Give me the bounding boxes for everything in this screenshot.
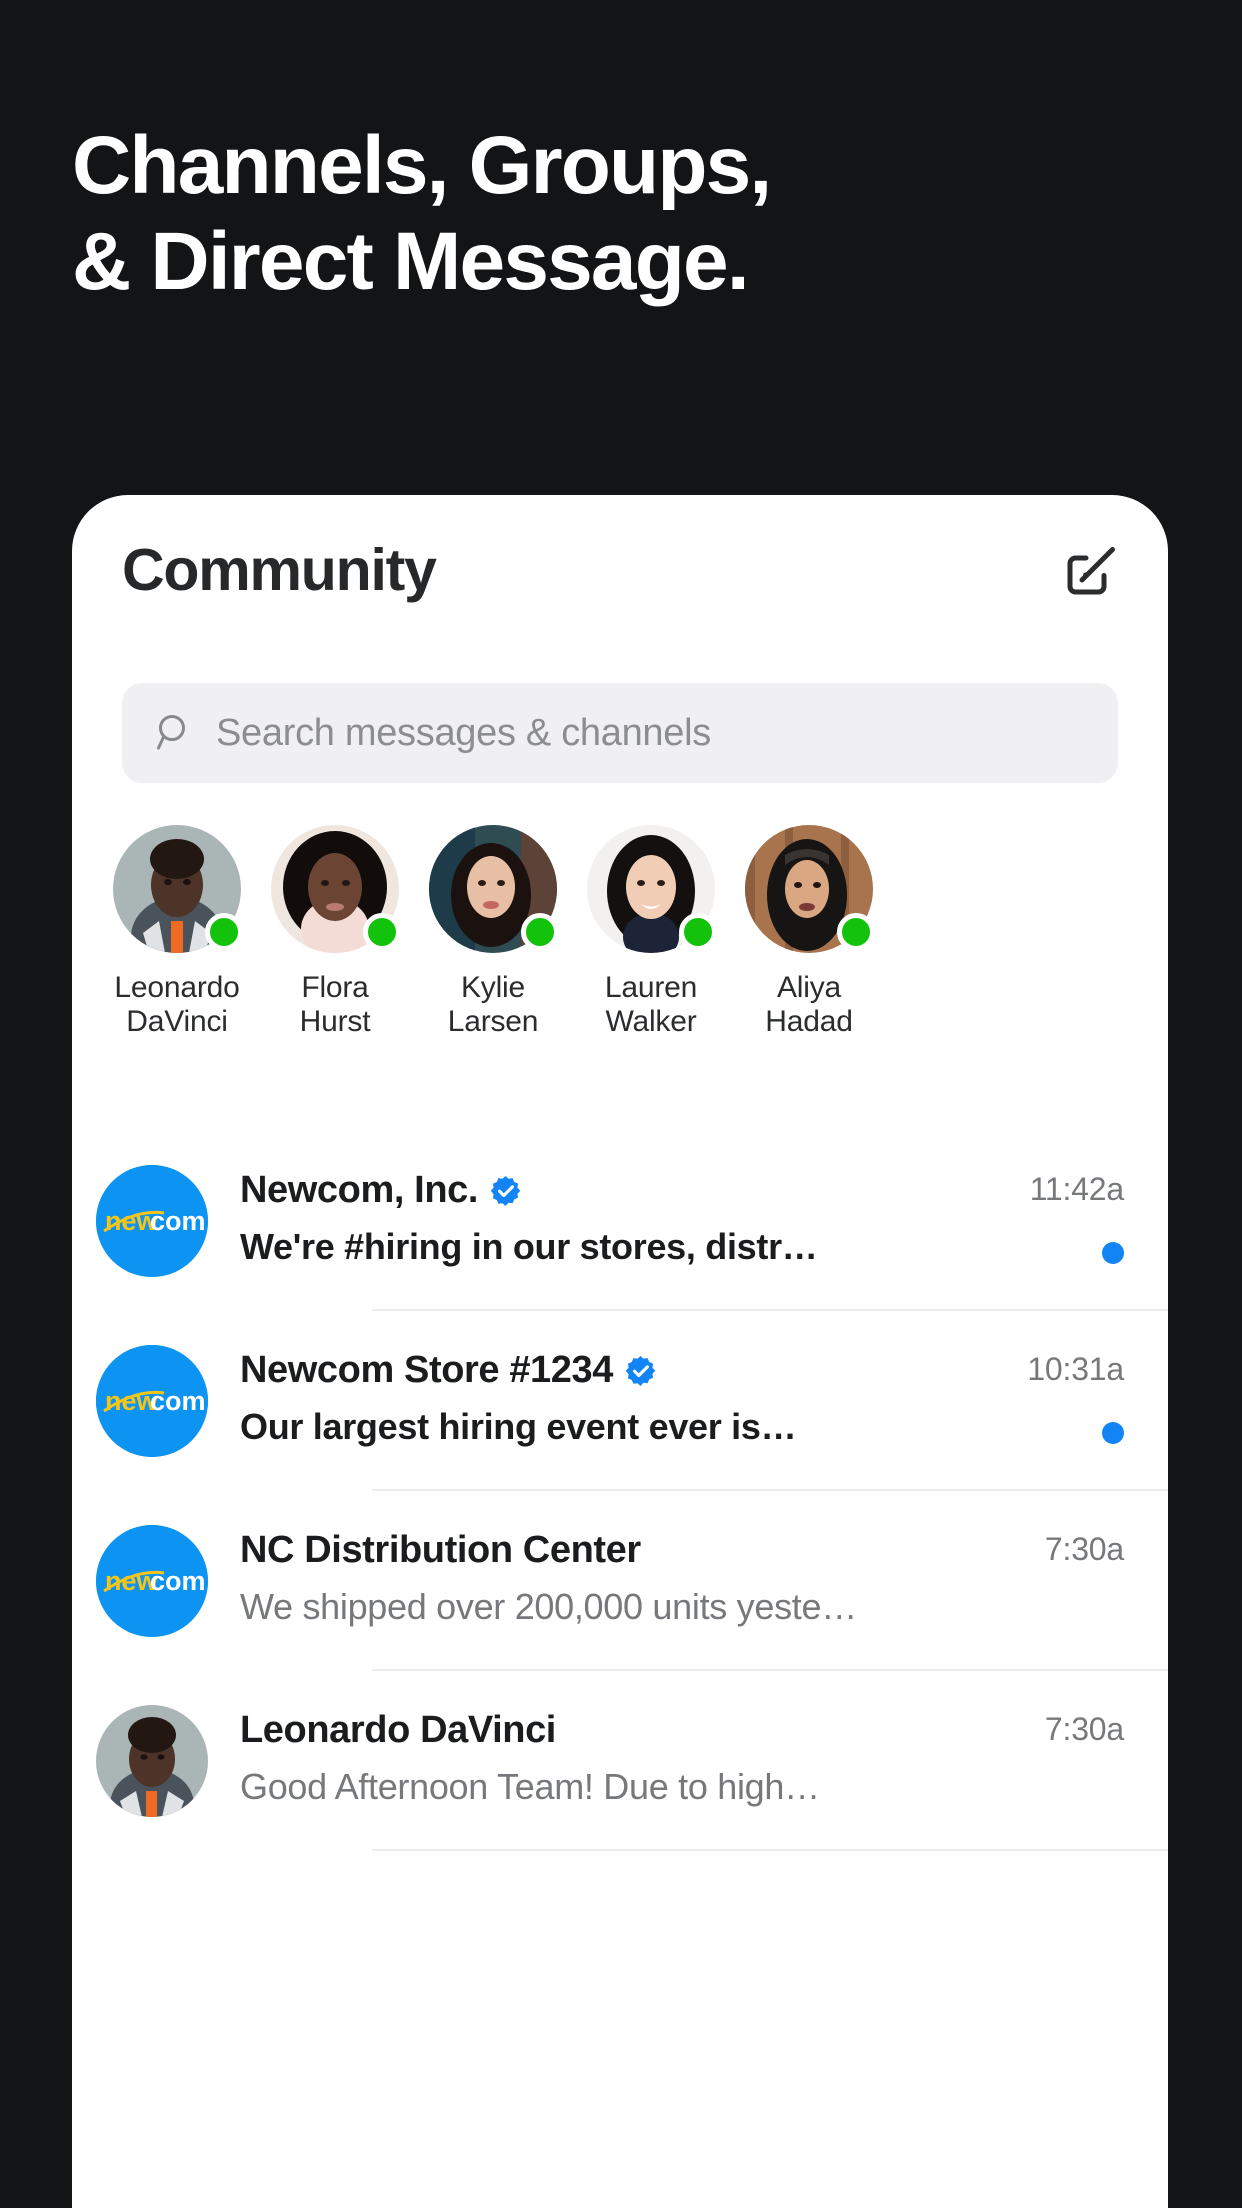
conversation-meta: 10:31a <box>1027 1341 1124 1444</box>
active-people-row[interactable]: Leonardo DaVinci Flora Hurst Kylie Larse… <box>72 825 1168 1125</box>
avatar[interactable] <box>429 825 559 953</box>
conversation-title-row: Newcom, Inc. <box>240 1169 1010 1212</box>
person-item[interactable]: Aliya Hadad <box>730 825 888 1125</box>
person-name: Aliya Hadad <box>765 971 853 1038</box>
app-title: Community <box>122 537 437 603</box>
conversation-body: Newcom Store #1234 Our largest hiring ev… <box>240 1341 1007 1448</box>
status-online-dot <box>837 913 875 951</box>
conversation-name: NC Distribution Center <box>240 1529 641 1571</box>
person-item[interactable]: Leonardo DaVinci <box>98 825 256 1125</box>
conversation-meta: 7:30a <box>1045 1521 1124 1624</box>
svg-text:com: com <box>150 1206 206 1236</box>
conversation-meta: 7:30a <box>1045 1701 1124 1804</box>
conversation-body: Newcom, Inc. We're #hiring in our stores… <box>240 1161 1010 1268</box>
avatar <box>96 1705 208 1817</box>
newcom-logo: new com <box>96 1345 208 1457</box>
headline-line-2: & Direct Message. <box>72 215 750 307</box>
person-name: Kylie Larsen <box>447 971 539 1038</box>
conversation-title-row: NC Distribution Center <box>240 1529 1025 1572</box>
avatar[interactable] <box>113 825 243 953</box>
conversation-body: Leonardo DaVinci Good Afternoon Team! Du… <box>240 1701 1025 1808</box>
verified-badge-icon <box>625 1355 657 1387</box>
headline-line-1: Channels, Groups, <box>72 120 772 211</box>
screen: Channels, Groups, & Direct Message. Comm… <box>0 0 1242 2208</box>
avatar: new com <box>96 1165 208 1277</box>
conversation-preview: We're #hiring in our stores, distr… <box>240 1226 818 1267</box>
person-name: Leonardo DaVinci <box>114 971 240 1038</box>
newcom-logo: new com <box>96 1525 208 1637</box>
search-icon <box>156 713 194 753</box>
search-placeholder: Search messages & channels <box>216 711 711 754</box>
conversation-title-row: Newcom Store #1234 <box>240 1349 1007 1392</box>
timestamp: 7:30a <box>1044 1531 1124 1567</box>
conversation-row[interactable]: new com Newcom, Inc. We're #hiring in ou… <box>72 1131 1168 1311</box>
conversation-meta: 11:42a <box>1030 1161 1124 1264</box>
person-item[interactable]: Lauren Walker <box>572 825 730 1125</box>
avatar-image <box>96 1705 208 1817</box>
verified-badge-icon <box>490 1175 522 1207</box>
person-item[interactable]: Kylie Larsen <box>414 825 572 1125</box>
avatar[interactable] <box>587 825 717 953</box>
compose-edit-icon[interactable] <box>1064 542 1120 598</box>
conversation-body: NC Distribution Center We shipped over 2… <box>240 1521 1025 1628</box>
timestamp: 10:31a <box>1027 1351 1124 1387</box>
person-name: Lauren Walker <box>604 971 698 1038</box>
row-divider <box>372 1849 1168 1851</box>
status-online-dot <box>521 913 559 951</box>
conversation-name: Newcom, Inc. <box>240 1169 479 1211</box>
conversation-row[interactable]: new com Newcom Store #1234 Our largest h… <box>72 1311 1168 1491</box>
status-online-dot <box>205 913 243 951</box>
conversation-name: Leonardo DaVinci <box>240 1709 556 1751</box>
conversation-name: Newcom Store #1234 <box>240 1349 613 1391</box>
unread-indicator-dot <box>1102 1242 1124 1264</box>
conversation-list: new com Newcom, Inc. We're #hiring in ou… <box>72 1131 1168 1851</box>
timestamp: 7:30a <box>1044 1711 1124 1747</box>
conversation-row[interactable]: new com NC Distribution Center We shippe… <box>72 1491 1168 1671</box>
person-name: Flora Hurst <box>299 971 371 1038</box>
unread-indicator-dot <box>1102 1422 1124 1444</box>
avatar[interactable] <box>745 825 875 953</box>
avatar: new com <box>96 1345 208 1457</box>
status-online-dot <box>679 913 717 951</box>
timestamp: 11:42a <box>1029 1171 1125 1207</box>
phone-mockup-card: Community Search messages & channels Leo… <box>72 495 1168 2208</box>
conversation-preview: We shipped over 200,000 units yeste… <box>240 1586 857 1627</box>
conversation-title-row: Leonardo DaVinci <box>240 1709 1025 1752</box>
status-online-dot <box>363 913 401 951</box>
svg-text:com: com <box>150 1566 206 1596</box>
newcom-logo: new com <box>96 1165 208 1277</box>
app-header: Community <box>72 495 1168 645</box>
person-item[interactable]: Flora Hurst <box>256 825 414 1125</box>
avatar: new com <box>96 1525 208 1637</box>
conversation-preview: Good Afternoon Team! Due to high… <box>240 1766 820 1807</box>
avatar[interactable] <box>271 825 401 953</box>
conversation-row[interactable]: Leonardo DaVinci Good Afternoon Team! Du… <box>72 1671 1168 1851</box>
page-title: Channels, Groups, & Direct Message. <box>72 118 1072 310</box>
search-input[interactable]: Search messages & channels <box>122 683 1118 783</box>
svg-text:com: com <box>150 1386 206 1416</box>
conversation-preview: Our largest hiring event ever is… <box>240 1406 797 1447</box>
